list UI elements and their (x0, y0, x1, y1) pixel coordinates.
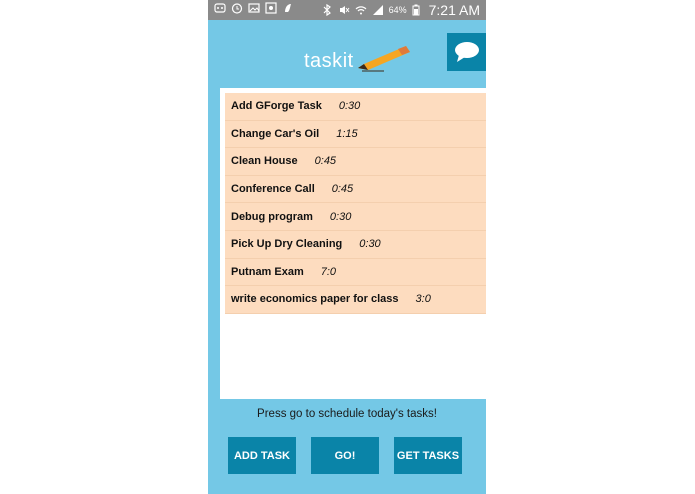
signal-icon (372, 4, 384, 16)
task-name: Debug program (231, 210, 313, 223)
app-header: taskit (208, 20, 486, 86)
pencil-icon (358, 46, 410, 72)
task-name: write economics paper for class (231, 293, 399, 306)
task-duration: 0:30 (329, 210, 352, 223)
status-bar: 64% 7:21 AM (208, 0, 486, 20)
task-row[interactable]: write economics paper for class 3:0 (225, 286, 486, 314)
task-duration: 3:0 (415, 293, 431, 306)
gallery-icon (248, 2, 260, 14)
alarm-icon (231, 2, 243, 14)
task-name: Change Car's Oil (231, 127, 320, 140)
hint-text: Press go to schedule today's tasks! (257, 408, 437, 420)
task-name: Add GForge Task (231, 100, 322, 113)
task-duration: 7:0 (320, 265, 337, 278)
task-duration: 0:45 (314, 155, 337, 168)
task-list: Add GForge Task 0:30 Change Car's Oil 1:15 C… (225, 93, 486, 314)
battery-percent: 64% (388, 5, 407, 15)
task-duration: 1:15 (336, 127, 358, 140)
task-duration: 0:30 (338, 100, 361, 113)
chat-bubble-icon (455, 42, 479, 62)
voicemail-icon (214, 2, 226, 14)
task-name: Putnam Exam (231, 265, 304, 278)
go-button[interactable]: GO! (311, 437, 379, 474)
task-name: Clean House (231, 155, 298, 168)
wifi-icon (355, 4, 367, 16)
task-row[interactable]: Conference Call 0:45 (225, 175, 486, 204)
get-tasks-button[interactable]: GET TASKS (394, 437, 462, 474)
bluetooth-icon (321, 3, 333, 17)
chat-button[interactable] (447, 33, 486, 71)
image-icon (265, 2, 277, 14)
status-notifications (214, 2, 294, 14)
task-row[interactable]: Change Car's Oil 1:15 (225, 120, 486, 149)
logo-task-text: task (304, 50, 343, 72)
add-task-button[interactable]: ADD TASK (228, 437, 296, 474)
task-name: Pick Up Dry Cleaning (231, 238, 343, 251)
app-logo: taskit (304, 50, 354, 73)
status-system: 64% 7:21 AM (321, 2, 480, 18)
status-time: 7:21 AM (428, 2, 480, 18)
task-row[interactable]: Putnam Exam 7:0 (225, 258, 486, 287)
task-duration: 0:30 (359, 238, 381, 251)
phone-screen: 64% 7:21 AM taskit Add GForge Task 0:30 Ch… (208, 0, 486, 494)
task-row[interactable]: Pick Up Dry Cleaning 0:30 (225, 230, 486, 259)
app-notification-icon (282, 2, 294, 14)
task-duration: 0:45 (331, 183, 354, 196)
task-name: Conference Call (231, 183, 315, 196)
task-list-panel: Add GForge Task 0:30 Change Car's Oil 1:15 C… (220, 88, 486, 399)
task-row[interactable]: Clean House 0:45 (225, 148, 486, 176)
task-row[interactable]: Add GForge Task 0:30 (225, 93, 486, 121)
mute-icon (338, 4, 350, 16)
battery-icon (412, 4, 424, 16)
task-row[interactable]: Debug program 0:30 (225, 203, 486, 231)
